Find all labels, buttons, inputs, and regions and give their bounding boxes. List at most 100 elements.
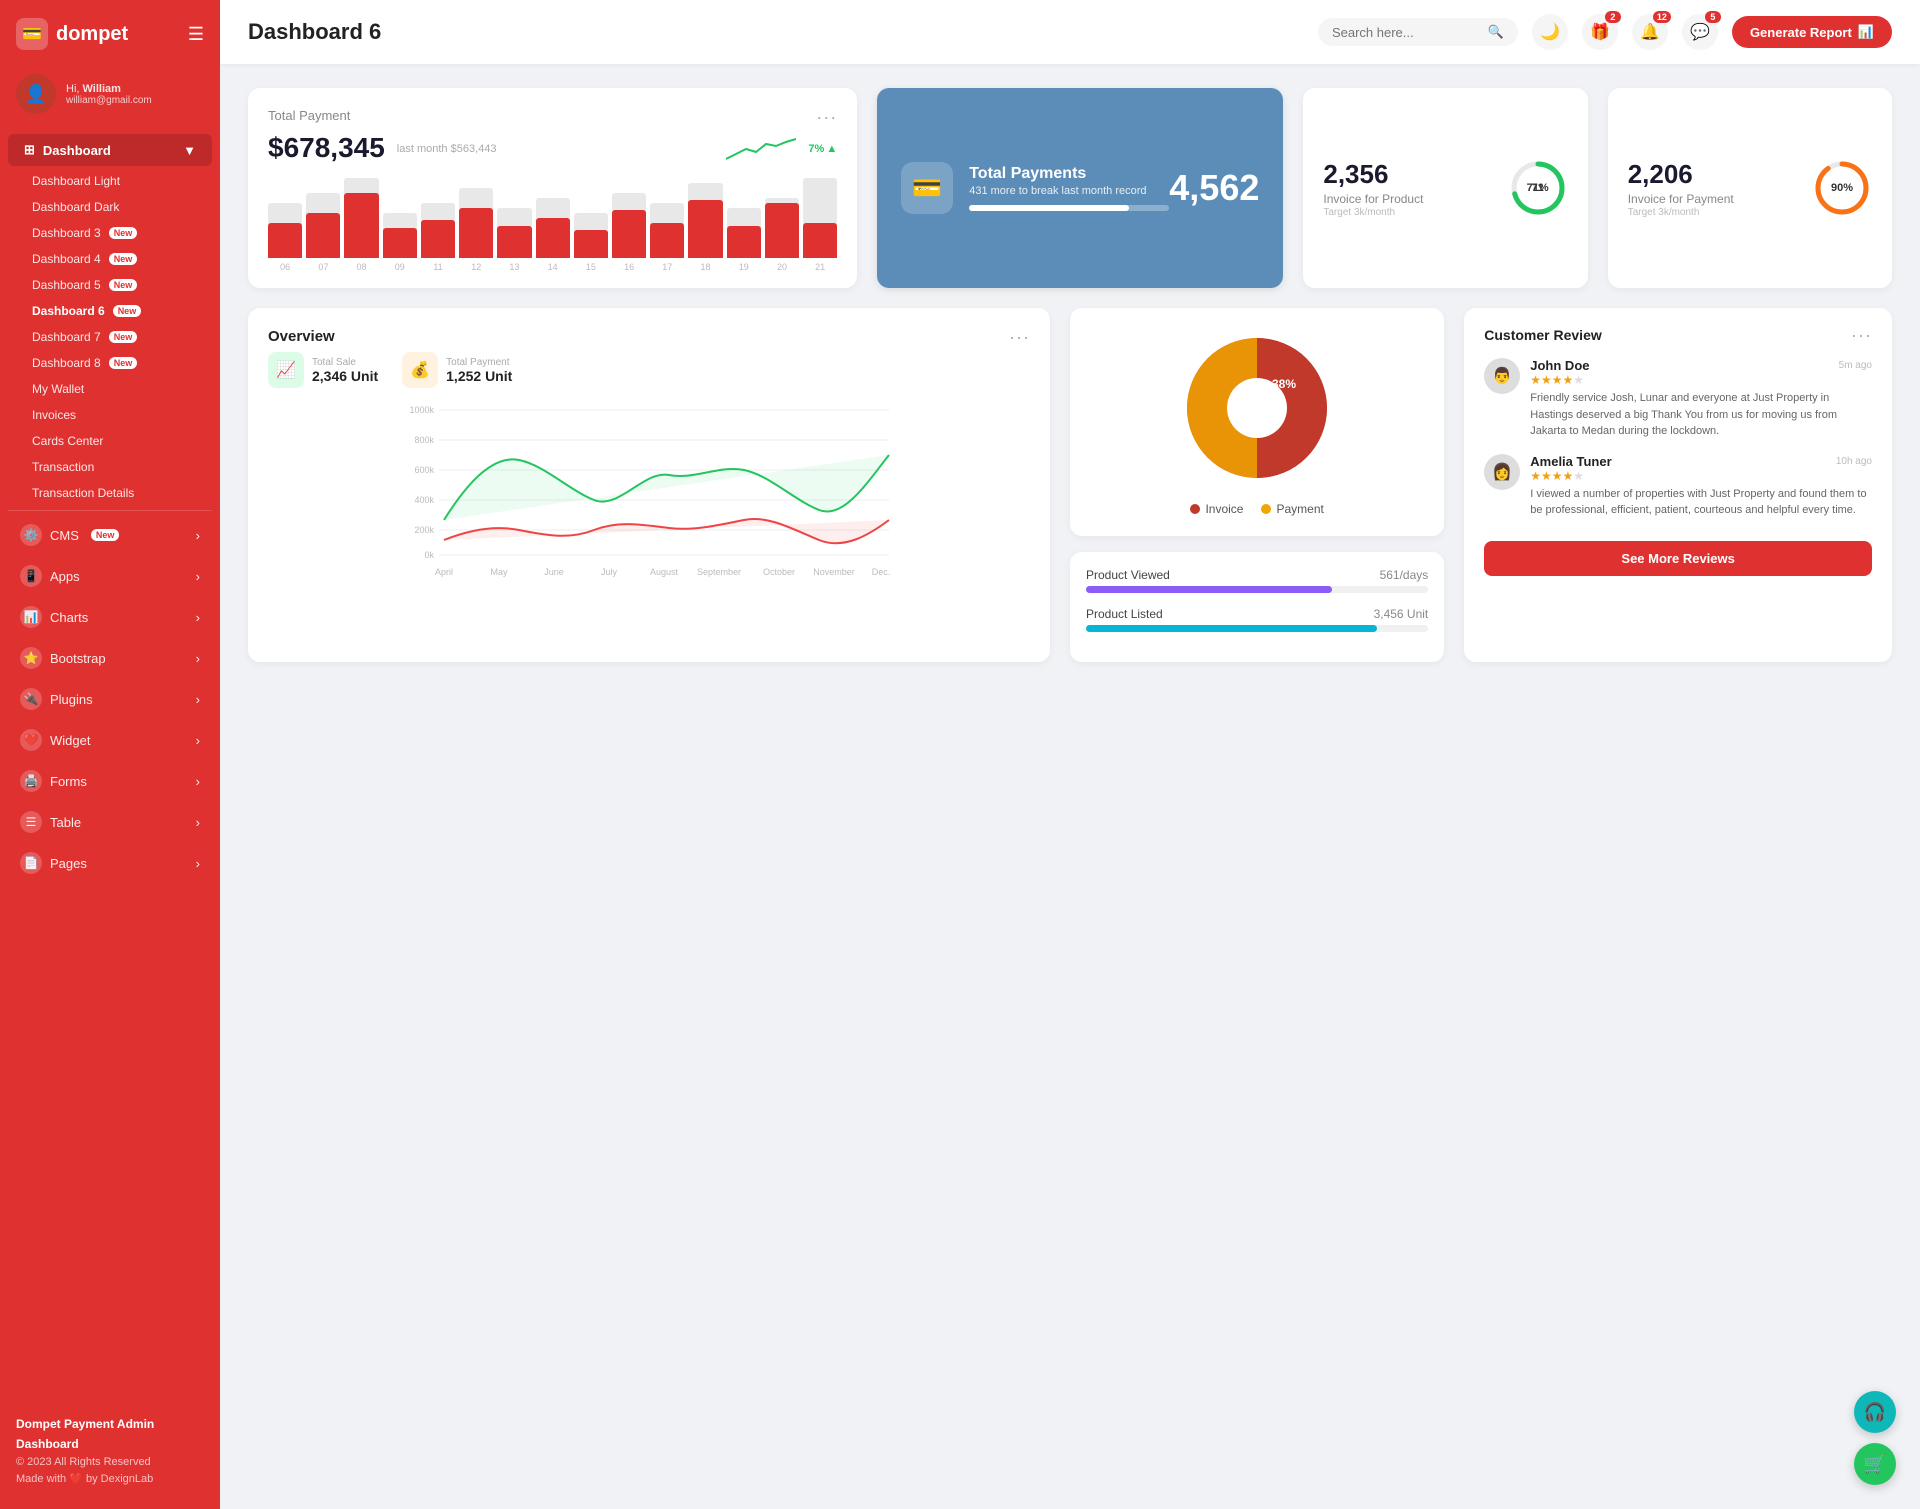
review-item-2: 👩 Amelia Tuner 10h ago ★★★★★ I viewed a … [1484,454,1872,519]
pie-product-col: 62% 38% Invoice Payment [1070,308,1444,662]
row-2: Overview ··· 📈 Total Sale 2,346 Unit 💰 [248,308,1892,662]
sidebar-item-table[interactable]: ☰ Table › [4,802,216,842]
bar-label: 15 [574,262,608,272]
chevron-right-icon: › [196,774,200,789]
sidebar-item-invoices[interactable]: Invoices [0,402,220,428]
sidebar-item-dashboard-dark[interactable]: Dashboard Dark [0,194,220,220]
product-listed-row: Product Listed 3,456 Unit [1086,607,1428,632]
sidebar-item-dashboard[interactable]: ⊞ Dashboard ▼ [8,134,212,166]
review-menu-icon[interactable]: ··· [1851,326,1872,344]
card-menu-icon[interactable]: ··· [816,108,837,126]
copyright: © 2023 All Rights Reserved [16,1454,204,1472]
message-button[interactable]: 💬 5 [1682,14,1718,50]
invoice-product-card: 2,356 Invoice for Product Target 3k/mont… [1303,88,1587,288]
sidebar-item-charts[interactable]: 📊 Charts › [4,597,216,637]
total-payment-value: 1,252 Unit [446,368,512,384]
sidebar-item-cards-center[interactable]: Cards Center [0,428,220,454]
bar-item [421,203,455,258]
review-1-content: John Doe 5m ago ★★★★★ Friendly service J… [1530,358,1872,440]
sidebar-item-transaction-details[interactable]: Transaction Details [0,480,220,506]
area-chart: 1000k 800k 600k 400k 200k 0k April May [268,400,1030,600]
bar-item [803,178,837,258]
user-name: William [83,83,121,95]
product-listed-fill [1086,625,1377,632]
product-viewed-fill [1086,586,1332,593]
bar-item [650,203,684,258]
user-info: Hi, William william@gmail.com [66,83,152,106]
sidebar-footer: Dompet Payment Admin Dashboard © 2023 Al… [0,1403,220,1493]
sidebar-item-dashboard-8[interactable]: Dashboard 8 New [0,350,220,376]
bell-icon: 🔔 [1640,22,1660,42]
bar-label: 09 [383,262,417,272]
blue-card-info: Total Payments 431 more to break last mo… [969,165,1169,211]
overview-card: Overview ··· 📈 Total Sale 2,346 Unit 💰 [248,308,1050,662]
sidebar-item-widget[interactable]: ❤️ Widget › [4,720,216,760]
sidebar-item-dashboard-6[interactable]: Dashboard 6 New [0,298,220,324]
gift-button[interactable]: 🎁 2 [1582,14,1618,50]
bar-item [765,198,799,258]
sidebar-logo: 💳 dompet [16,18,128,50]
svg-text:August: August [650,567,679,577]
sidebar-item-pages[interactable]: 📄 Pages › [4,843,216,883]
review-1-text: Friendly service Josh, Lunar and everyon… [1530,390,1872,440]
svg-text:0k: 0k [424,550,434,560]
sidebar-item-forms[interactable]: 🖨️ Forms › [4,761,216,801]
hamburger-icon[interactable]: ☰ [188,24,204,45]
total-payments-blue-card: 💳 Total Payments 431 more to break last … [877,88,1283,288]
generate-report-button[interactable]: Generate Report 📊 [1732,16,1892,48]
wallet-icon: 💳 [16,18,48,50]
dashboard-label: Dashboard [43,143,111,158]
sidebar-item-apps[interactable]: 📱 Apps › [4,556,216,596]
bar-item [306,193,340,258]
review-2-header: Amelia Tuner 10h ago [1530,454,1872,469]
bell-button[interactable]: 🔔 12 [1632,14,1668,50]
dashboard-icon: ⊞ [24,142,35,158]
svg-text:July: July [601,567,618,577]
topbar: Dashboard 6 🔍 🌙 🎁 2 🔔 12 💬 5 Gen [220,0,1920,64]
sidebar-item-dashboard-4[interactable]: Dashboard 4 New [0,246,220,272]
message-icon: 💬 [1690,22,1710,42]
review-2-time: 10h ago [1836,456,1872,467]
total-sale-stat: 📈 Total Sale 2,346 Unit [268,352,378,388]
generate-label: Generate Report [1750,25,1852,40]
dark-mode-button[interactable]: 🌙 [1532,14,1568,50]
fab-container: 🎧 🛒 [1854,1391,1896,1485]
pages-icon: 📄 [20,852,42,874]
sidebar-item-my-wallet[interactable]: My Wallet [0,376,220,402]
chevron-right-icon: › [196,692,200,707]
sidebar-item-dashboard-5[interactable]: Dashboard 5 New [0,272,220,298]
dashboard-submenu: Dashboard Light Dashboard Dark Dashboard… [0,168,220,506]
reviewer-2-name: Amelia Tuner [1530,454,1611,469]
product-viewed-name: Product Viewed [1086,568,1170,582]
sidebar-item-plugins[interactable]: 🔌 Plugins › [4,679,216,719]
invoice-payment-circle: 90% [1812,158,1872,218]
sidebar-item-dashboard-3[interactable]: Dashboard 3 New [0,220,220,246]
sidebar-nav: ⊞ Dashboard ▼ Dashboard Light Dashboard … [0,128,220,1403]
overview-menu-icon[interactable]: ··· [1009,328,1030,346]
plugins-icon: 🔌 [20,688,42,710]
sale-icon: 📈 [268,352,304,388]
cart-fab[interactable]: 🛒 [1854,1443,1896,1485]
sidebar-item-dashboard-7[interactable]: Dashboard 7 New [0,324,220,350]
svg-text:September: September [697,567,741,577]
sidebar-item-cms[interactable]: ⚙️ CMS New › [4,515,216,555]
search-input[interactable] [1332,25,1480,40]
app-name: dompet [56,23,128,46]
headphone-fab[interactable]: 🎧 [1854,1391,1896,1433]
review-header: Customer Review ··· [1484,326,1872,344]
see-more-reviews-button[interactable]: See More Reviews [1484,541,1872,576]
charts-icon: 📊 [20,606,42,628]
overview-header: Overview ··· [268,328,1030,346]
search-box[interactable]: 🔍 [1318,18,1518,46]
sidebar-item-bootstrap[interactable]: ⭐ Bootstrap › [4,638,216,678]
payment-legend: Payment [1261,502,1323,516]
total-payment-amount: $678,345 [268,132,385,164]
wallet-card-icon: 💳 [901,162,953,214]
svg-text:June: June [544,567,564,577]
bar-label: 06 [268,262,302,272]
topbar-right: 🔍 🌙 🎁 2 🔔 12 💬 5 Generate Report 📊 [1318,14,1892,50]
page-title: Dashboard 6 [248,19,381,45]
sidebar-item-dashboard-light[interactable]: Dashboard Light [0,168,220,194]
page-content: Total Payment ··· $678,345 last month $5… [220,64,1920,1509]
sidebar-item-transaction[interactable]: Transaction [0,454,220,480]
